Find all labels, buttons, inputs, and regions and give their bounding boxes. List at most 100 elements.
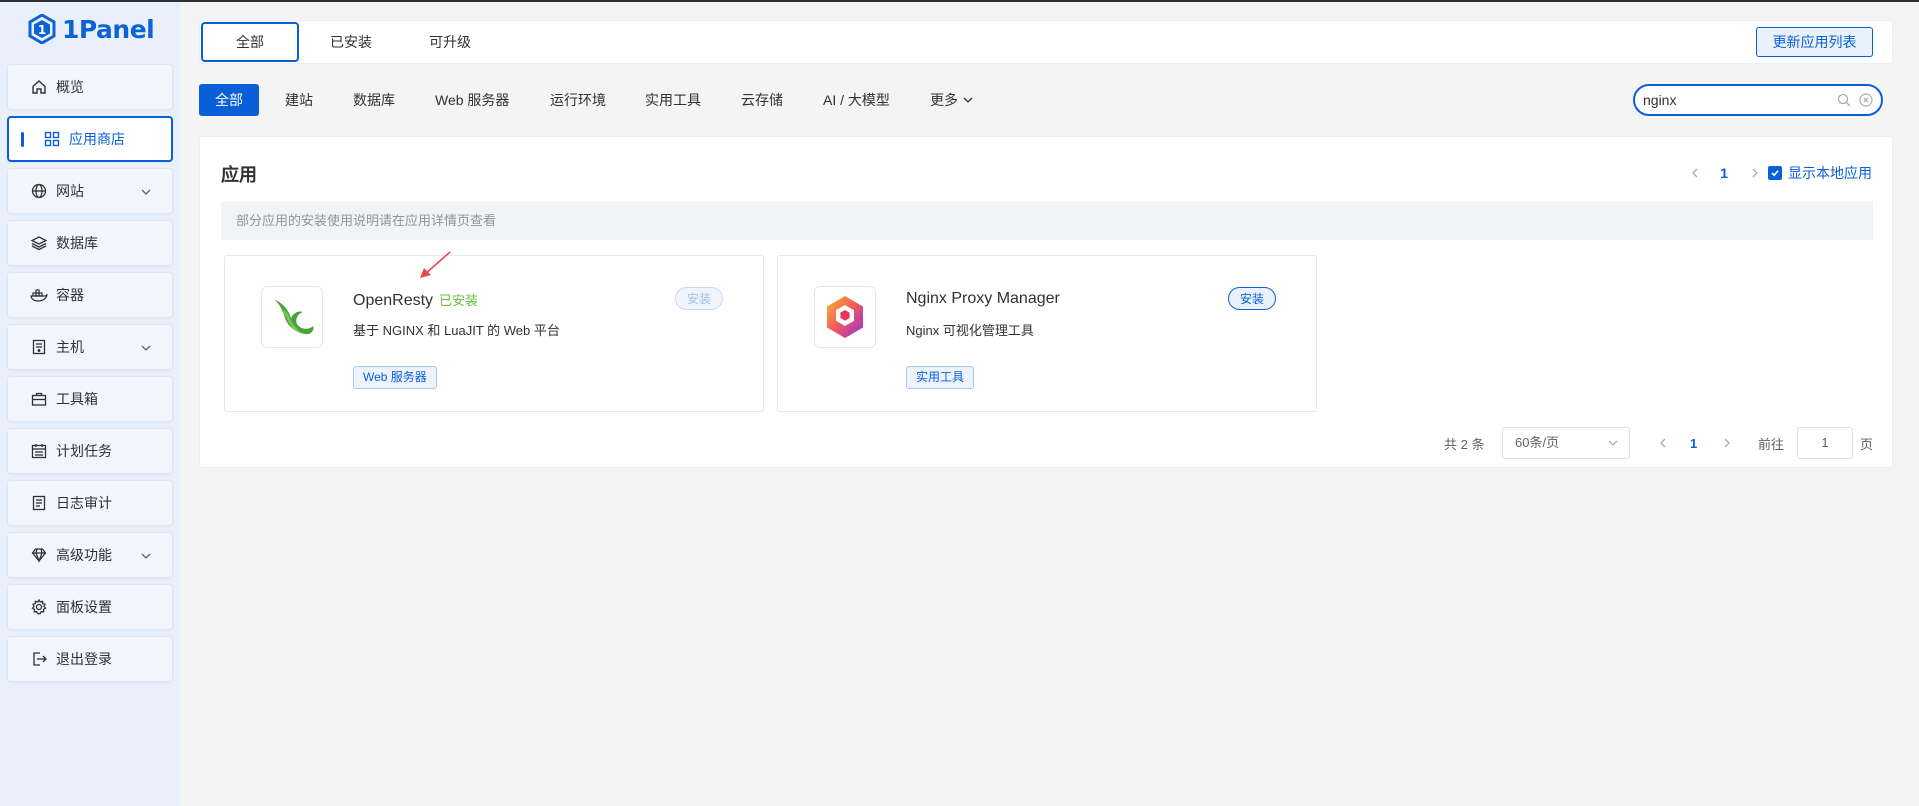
app-tag: 实用工具 <box>906 366 975 389</box>
sidebar-item-label: 面板设置 <box>56 599 112 615</box>
sidebar-item-label: 网站 <box>56 183 84 199</box>
sidebar-item-label: 计划任务 <box>56 443 112 459</box>
app-description: 基于 NGINX 和 LuaJIT 的 Web 平台 <box>353 323 560 338</box>
category-filter: 全部 建站 数据库 Web 服务器 运行环境 实用工具 云存储 AI / 大模型… <box>199 84 1899 116</box>
sidebar-item-cron[interactable]: 计划任务 <box>7 428 173 474</box>
sidebar-item-overview[interactable]: 概览 <box>7 64 173 110</box>
page-title: 应用 <box>221 165 257 185</box>
sidebar-item-database[interactable]: 数据库 <box>7 220 173 266</box>
goto-page-input[interactable]: 1 <box>1797 427 1853 459</box>
chevron-down-icon <box>962 94 974 106</box>
app-description: Nginx 可视化管理工具 <box>906 323 1034 338</box>
sidebar-item-logs[interactable]: 日志审计 <box>7 480 173 526</box>
category-more-label: 更多 <box>930 92 958 108</box>
show-local-label[interactable]: 显示本地应用 <box>1788 163 1872 183</box>
category-website[interactable]: 建站 <box>285 84 313 116</box>
tab-installed[interactable]: 已安装 <box>320 22 382 62</box>
apps-panel: 应用 1 显示本地应用 部分应用的安装使用说明请在应用详情页查看 OpenRes… <box>199 136 1893 468</box>
prev-page-icon[interactable] <box>1658 438 1668 448</box>
sidebar-item-website[interactable]: 网站 <box>7 168 173 214</box>
diamond-icon <box>30 546 48 564</box>
active-indicator <box>21 132 24 147</box>
category-runtime[interactable]: 运行环境 <box>550 84 606 116</box>
app-name-text: Nginx Proxy Manager <box>906 290 1060 307</box>
page-size-value: 60条/页 <box>1515 435 1560 450</box>
goto-label: 前往 <box>1758 436 1785 452</box>
sidebar: 1 1Panel 概览 应用商店 网站 数据库 容器 主机 工具箱 计划任务 日… <box>0 2 180 806</box>
top-pagination: 1 显示本地应用 <box>1690 163 1872 183</box>
search-icon[interactable] <box>1837 93 1851 110</box>
category-web-server[interactable]: Web 服务器 <box>435 84 509 116</box>
logo-text: 1Panel <box>62 14 155 44</box>
app-name: Nginx Proxy Manager <box>906 290 1060 308</box>
nginx-proxy-manager-logo-icon <box>814 286 876 348</box>
logo-icon: 1 <box>28 13 56 45</box>
globe-icon <box>30 182 48 200</box>
show-local-checkbox[interactable] <box>1768 166 1782 180</box>
toolbox-icon <box>30 390 48 408</box>
sidebar-item-settings[interactable]: 面板设置 <box>7 584 173 630</box>
sidebar-item-label: 日志审计 <box>56 495 112 511</box>
sidebar-item-label: 工具箱 <box>56 391 98 407</box>
sidebar-item-app-store[interactable]: 应用商店 <box>7 116 173 162</box>
log-icon <box>30 494 48 512</box>
sidebar-menu: 概览 应用商店 网站 数据库 容器 主机 工具箱 计划任务 日志审计 高级功能 … <box>7 64 173 688</box>
sidebar-item-label: 高级功能 <box>56 547 112 563</box>
svg-text:1: 1 <box>38 23 46 37</box>
install-button[interactable]: 安装 <box>675 287 723 310</box>
category-more[interactable]: 更多 <box>930 84 974 116</box>
sidebar-item-label: 应用商店 <box>69 131 125 147</box>
next-page-icon[interactable] <box>1750 168 1760 178</box>
sidebar-item-toolbox[interactable]: 工具箱 <box>7 376 173 422</box>
chevron-down-icon <box>140 549 152 561</box>
current-page[interactable]: 1 <box>1690 427 1697 459</box>
home-icon <box>30 78 48 96</box>
install-button[interactable]: 安装 <box>1228 287 1276 310</box>
app-card-nginx-proxy-manager[interactable]: Nginx Proxy Manager Nginx 可视化管理工具 实用工具 安… <box>777 255 1317 412</box>
category-tools[interactable]: 实用工具 <box>645 84 701 116</box>
chevron-down-icon <box>140 185 152 197</box>
openresty-logo-icon <box>261 286 323 348</box>
category-database[interactable]: 数据库 <box>353 84 395 116</box>
logo[interactable]: 1 1Panel <box>28 12 155 46</box>
clear-icon[interactable] <box>1859 93 1873 110</box>
calendar-icon <box>30 442 48 460</box>
installed-badge: 已安装 <box>439 293 479 308</box>
sidebar-item-label: 概览 <box>56 79 84 95</box>
app-name: OpenResty 已安装 <box>353 290 478 310</box>
server-icon <box>30 338 48 356</box>
annotation-arrow-icon <box>420 251 451 278</box>
tab-all[interactable]: 全部 <box>201 22 299 62</box>
gear-icon <box>30 598 48 616</box>
sidebar-item-label: 数据库 <box>56 235 98 251</box>
sidebar-item-label: 容器 <box>56 287 84 303</box>
app-tabs-bar: 全部 已安装 可升级 更新应用列表 <box>199 20 1893 64</box>
sidebar-item-label: 退出登录 <box>56 651 112 667</box>
docker-icon <box>30 286 48 304</box>
sidebar-item-container[interactable]: 容器 <box>7 272 173 318</box>
app-tag: Web 服务器 <box>353 366 437 389</box>
sidebar-item-host[interactable]: 主机 <box>7 324 173 370</box>
app-name-text: OpenResty <box>353 292 434 309</box>
current-page[interactable]: 1 <box>1720 165 1728 181</box>
prev-page-icon[interactable] <box>1690 168 1700 178</box>
sidebar-item-logout[interactable]: 退出登录 <box>7 636 173 682</box>
category-all[interactable]: 全部 <box>199 84 259 116</box>
tab-upgradable[interactable]: 可升级 <box>419 22 481 62</box>
total-count: 共 2 条 <box>1444 436 1485 452</box>
window-top-border <box>0 0 1919 2</box>
next-page-icon[interactable] <box>1722 438 1732 448</box>
grid-icon <box>43 130 61 148</box>
layers-icon <box>30 234 48 252</box>
update-app-list-button[interactable]: 更新应用列表 <box>1756 27 1873 57</box>
chevron-down-icon <box>140 341 152 353</box>
sidebar-item-label: 主机 <box>56 339 84 355</box>
search-input[interactable] <box>1643 91 1833 109</box>
app-card-openresty[interactable]: OpenResty 已安装 基于 NGINX 和 LuaJIT 的 Web 平台 … <box>224 255 764 412</box>
category-cloud-storage[interactable]: 云存储 <box>741 84 783 116</box>
sidebar-item-advanced[interactable]: 高级功能 <box>7 532 173 578</box>
page-size-select[interactable]: 60条/页 <box>1502 427 1630 459</box>
category-ai[interactable]: AI / 大模型 <box>823 84 890 116</box>
page-suffix: 页 <box>1860 436 1874 452</box>
logout-icon <box>30 650 48 668</box>
